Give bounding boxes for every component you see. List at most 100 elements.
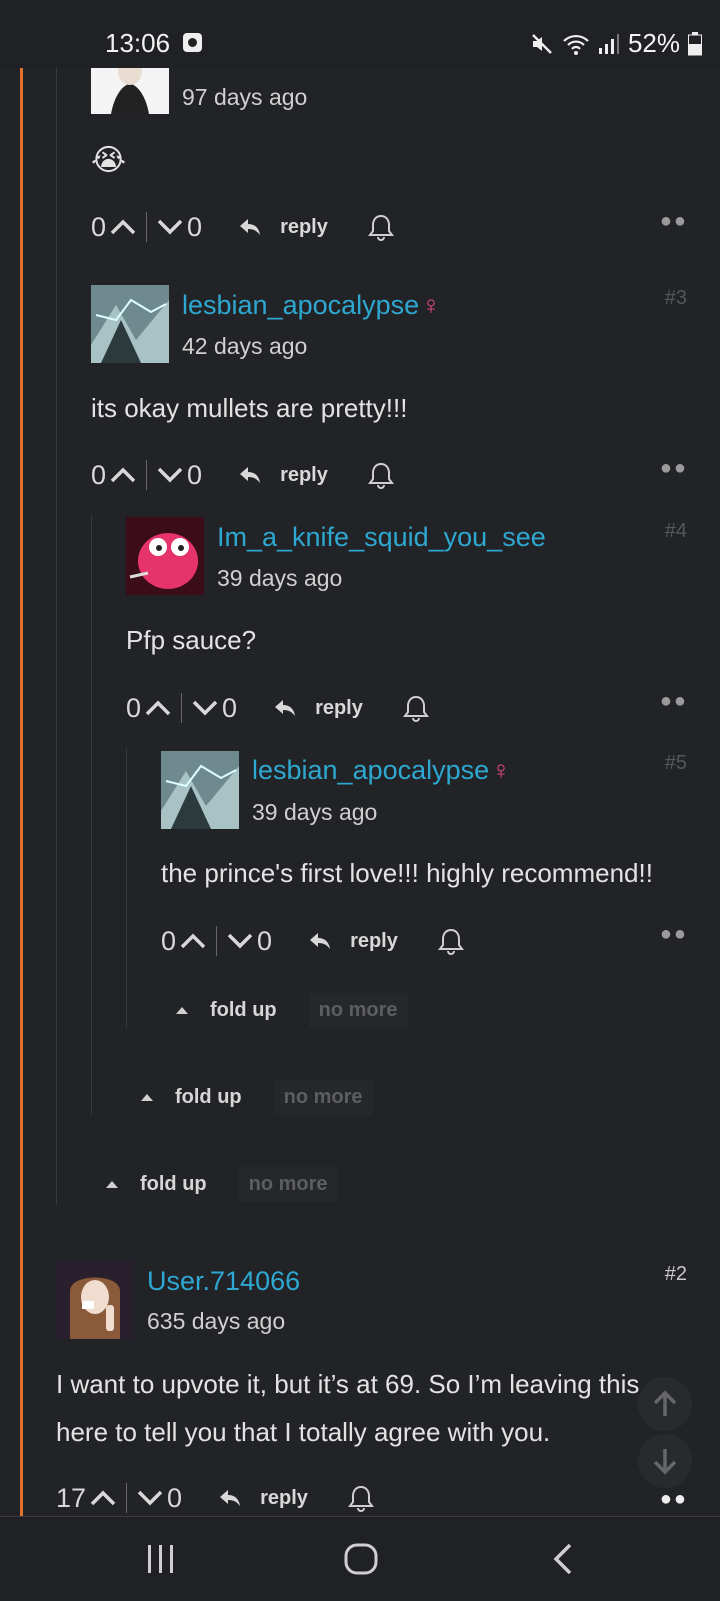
back-icon[interactable] — [552, 1543, 574, 1575]
upvote-count: 17 — [56, 1482, 87, 1513]
scroll-up-button[interactable] — [638, 1377, 692, 1431]
thread-accent-line — [20, 68, 23, 1516]
reply-button[interactable]: reply — [218, 1487, 308, 1510]
battery-icon — [688, 31, 702, 55]
comment-actions: 0 0 reply — [126, 688, 429, 728]
reply-button[interactable]: reply — [238, 216, 328, 239]
avatar[interactable] — [91, 285, 169, 363]
downvote-icon[interactable] — [157, 467, 183, 483]
upvote-count: 0 — [161, 925, 177, 956]
fold-up-label: fold up — [140, 1173, 207, 1195]
system-nav-bar — [0, 1516, 720, 1601]
reply-icon — [220, 1490, 241, 1506]
username[interactable]: User.714066 — [147, 1266, 300, 1297]
triangle-up-icon — [106, 1181, 118, 1188]
downvote-count: 0 — [222, 692, 238, 723]
avatar[interactable] — [126, 517, 204, 595]
floor-number: #5 — [664, 752, 687, 774]
reply-icon — [240, 219, 261, 235]
upvote-count: 0 — [91, 459, 107, 490]
floor-number: #4 — [664, 520, 687, 542]
triangle-up-icon — [141, 1094, 153, 1101]
scroll-down-button[interactable] — [638, 1434, 692, 1488]
comment-content: the prince's first love!!! highly recomm… — [161, 858, 653, 888]
bell-icon[interactable] — [437, 927, 464, 955]
fold-up-label: fold up — [210, 999, 277, 1021]
no-more-label: no more — [273, 1080, 373, 1115]
arrow-up-icon — [653, 1390, 677, 1416]
more-options-icon[interactable]: ●● — [660, 210, 688, 233]
bell-icon[interactable] — [402, 694, 429, 722]
upvote-icon[interactable] — [180, 933, 206, 949]
reply-button[interactable]: reply — [308, 930, 398, 953]
comment-content: 😭 — [91, 144, 127, 177]
reply-icon — [275, 700, 296, 716]
username[interactable]: Im_a_knife_squid_you_see — [217, 522, 546, 553]
upvote-icon[interactable] — [145, 700, 171, 716]
fold-up-label: fold up — [175, 1086, 242, 1108]
comment-actions: 0 0 reply — [91, 455, 394, 495]
reply-button[interactable]: reply — [273, 697, 363, 720]
comment-time: 97 days ago — [182, 84, 308, 110]
username[interactable]: lesbian_apocalypse♀ — [252, 755, 511, 786]
thread-line-level-3 — [126, 748, 127, 1028]
fold-up-button[interactable]: fold up no more — [141, 1080, 373, 1115]
reply-icon — [240, 467, 261, 483]
reply-icon — [310, 933, 331, 949]
reply-label: reply — [315, 696, 363, 719]
downvote-count: 0 — [257, 925, 273, 956]
reply-label: reply — [260, 1486, 308, 1509]
female-icon: ♀ — [421, 290, 441, 320]
downvote-icon[interactable] — [192, 700, 218, 716]
wifi-icon — [563, 34, 589, 55]
status-icons: 52% — [530, 28, 702, 59]
username[interactable]: lesbian_apocalypse♀ — [182, 290, 441, 321]
thread-line-level-1 — [56, 68, 57, 1204]
no-more-label: no more — [238, 1167, 338, 1202]
downvote-count: 0 — [167, 1482, 183, 1513]
reply-label: reply — [350, 929, 398, 952]
fold-up-button[interactable]: fold up no more — [176, 993, 408, 1028]
no-more-label: no more — [308, 993, 408, 1028]
upvote-icon[interactable] — [110, 467, 136, 483]
comment-time: 39 days ago — [252, 799, 378, 825]
reply-button[interactable]: reply — [238, 464, 328, 487]
downvote-icon[interactable] — [137, 1490, 163, 1506]
comment-actions: 0 0 reply — [161, 921, 464, 961]
avatar[interactable] — [56, 1261, 134, 1339]
reply-label: reply — [280, 215, 328, 238]
bell-icon[interactable] — [367, 213, 394, 241]
fold-up-button[interactable]: fold up no more — [106, 1167, 338, 1202]
bell-icon[interactable] — [347, 1484, 374, 1512]
female-icon: ♀ — [491, 755, 511, 785]
more-options-icon[interactable]: ●● — [660, 1488, 688, 1511]
floor-number: #2 — [664, 1263, 687, 1285]
arrow-down-icon — [653, 1449, 677, 1475]
avatar[interactable] — [161, 751, 239, 829]
upvote-icon[interactable] — [90, 1490, 116, 1506]
downvote-icon[interactable] — [227, 933, 253, 949]
more-options-icon[interactable]: ●● — [660, 690, 688, 713]
bell-icon[interactable] — [367, 461, 394, 489]
upvote-count: 0 — [126, 692, 142, 723]
downvote-count: 0 — [187, 211, 203, 242]
status-time: 13:06 — [105, 28, 171, 58]
downvote-icon[interactable] — [157, 219, 183, 235]
comment-content: I want to upvote it, but it’s at 69. So … — [56, 1369, 640, 1447]
home-icon[interactable] — [344, 1543, 378, 1575]
comment-time: 42 days ago — [182, 333, 308, 359]
thread-line-level-2 — [91, 515, 92, 1115]
floor-number: #3 — [664, 287, 687, 309]
comment-actions: 0 0 reply — [91, 207, 394, 247]
comment-actions: 17 0 reply — [56, 1478, 374, 1518]
more-options-icon[interactable]: ●● — [660, 457, 688, 480]
comment-time: 39 days ago — [217, 565, 343, 591]
comment-content: its okay mullets are pretty!!! — [91, 393, 408, 423]
recent-apps-icon[interactable] — [146, 1543, 176, 1575]
upvote-icon[interactable] — [110, 219, 136, 235]
triangle-up-icon — [176, 1007, 188, 1014]
status-bar: 13:06 52% — [0, 0, 720, 68]
downvote-count: 0 — [187, 459, 203, 490]
upvote-count: 0 — [91, 211, 107, 242]
more-options-icon[interactable]: ●● — [660, 923, 688, 946]
